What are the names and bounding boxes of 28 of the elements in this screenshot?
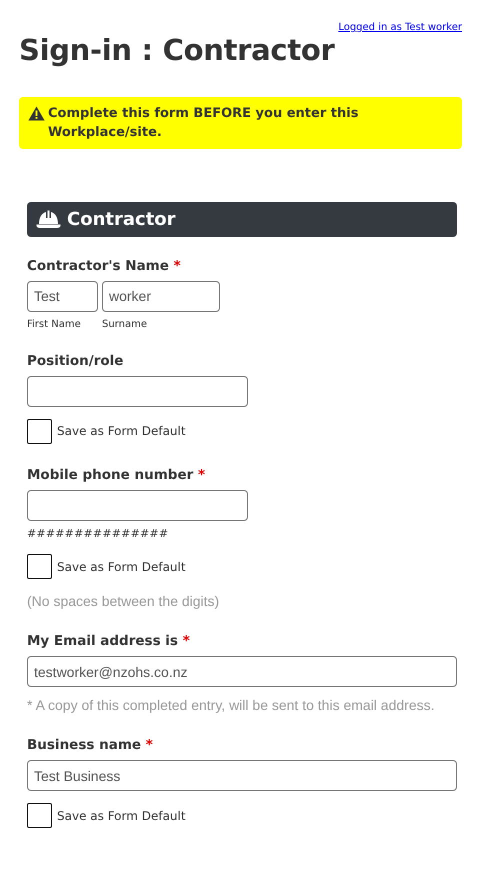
- input-field[interactable]: worker: [102, 280, 220, 312]
- page-title: Sign-in : Contractor: [19, 35, 336, 67]
- hint-text: * A copy of this completed entry, will be sent to this email address.: [27, 696, 436, 716]
- checkbox-label: Save as Form Default: [57, 808, 186, 825]
- account-link[interactable]: Logged in as Test worker: [338, 20, 462, 35]
- section-title: Contractor: [67, 208, 176, 232]
- hard-hat-icon: [35, 209, 62, 230]
- field-caption: Surname: [102, 318, 148, 332]
- field-label: Position/role: [27, 352, 124, 370]
- field-label: Mobile phone number *: [27, 466, 206, 484]
- checkbox[interactable]: [27, 554, 52, 580]
- warning-icon: [28, 106, 45, 121]
- field-label: Contractor's Name *: [27, 256, 182, 275]
- field-label: Business name *: [27, 736, 154, 754]
- checkbox-label: Save as Form Default: [57, 558, 186, 576]
- field-caption: First Name: [27, 318, 82, 332]
- alert-text: Complete this form BEFORE you enter this Workplace/site.: [48, 104, 360, 142]
- field-label: My Email address is *: [27, 632, 191, 650]
- input-field[interactable]: [27, 490, 248, 521]
- checkbox-label: Save as Form Default: [57, 423, 186, 440]
- hint-text: (No spaces between the digits): [27, 592, 220, 612]
- input-field[interactable]: testworker@nzohs.co.nz: [27, 656, 457, 688]
- input-mask: ###############: [27, 526, 170, 542]
- input-field[interactable]: [27, 376, 248, 407]
- input-field[interactable]: Test Business: [27, 760, 457, 792]
- checkbox[interactable]: [27, 803, 52, 828]
- input-field[interactable]: Test: [27, 280, 98, 312]
- checkbox[interactable]: [27, 418, 52, 444]
